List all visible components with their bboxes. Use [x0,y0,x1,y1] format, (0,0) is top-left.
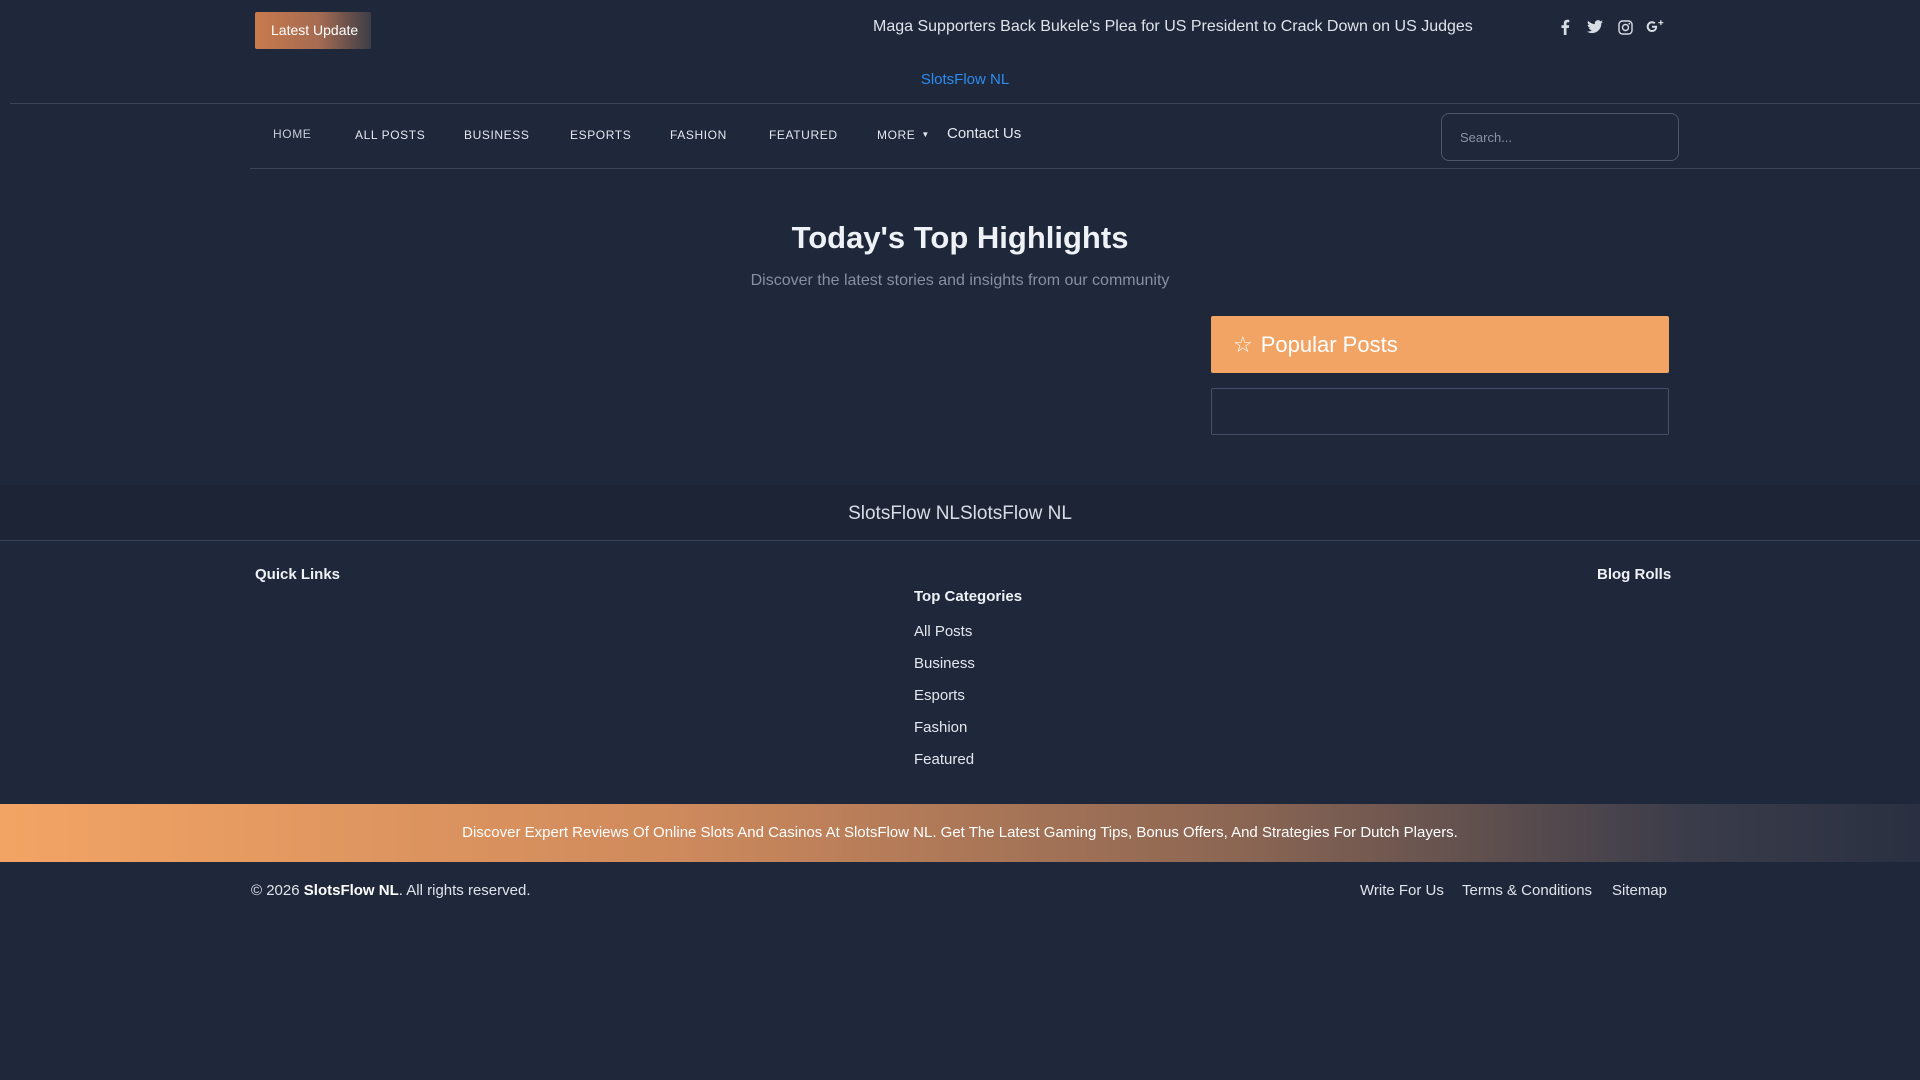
copyright-brand: SlotsFlow NL [303,882,399,899]
nav-item-all-posts[interactable]: All Posts [355,128,425,142]
category-link[interactable]: Business [914,654,975,686]
top-categories-title: Top Categories [914,588,1023,605]
popular-posts-title: Popular Posts [1260,331,1398,357]
search-input[interactable] [1441,113,1679,161]
copyright-suffix: . All rights reserved. [398,882,531,899]
page-title: Today's Top Highlights [791,220,1129,255]
footer-brand: SlotsFlow NLSlotsFlow NL [848,503,1072,524]
write-for-us-link[interactable]: Write For Us [1360,882,1444,899]
twitter-icon[interactable] [1586,18,1604,36]
sitemap-link[interactable]: Sitemap [1612,882,1667,899]
nav-item-esports[interactable]: Esports [570,128,631,142]
google-plus-icon[interactable] [1646,18,1664,36]
nav-item-more[interactable]: More ▼ [877,128,930,142]
popular-posts-header: ☆ Popular Posts [1211,316,1669,373]
divider [250,168,1920,169]
caret-down-icon: ▼ [921,130,930,139]
news-ticker[interactable]: Maga Supporters Back Bukele's Plea for U… [873,18,1473,36]
social-links [1556,18,1664,36]
nav-item-more-label: More [877,128,916,142]
page-subtitle: Discover the latest stories and insights… [750,272,1170,289]
terms-link[interactable]: Terms & Conditions [1462,882,1592,899]
nav-item-business[interactable]: Business [464,128,530,142]
facebook-icon[interactable] [1556,18,1574,36]
top-bar: Latest Update Maga Supporters Back Bukel… [0,0,1920,58]
category-list: All Posts Business Esports Fashion Featu… [914,622,975,782]
blog-rolls-title: Blog Rolls [1597,566,1672,583]
copyright: © 2026 SlotsFlow NL. All rights reserved… [251,882,530,899]
category-link[interactable]: Esports [914,686,975,718]
site-name-link[interactable]: SlotsFlow NL [0,71,1920,88]
copyright-prefix: © 2026 [251,882,300,899]
popular-posts-list [1211,388,1669,435]
category-link[interactable]: All Posts [914,622,975,654]
star-icon: ☆ [1233,331,1253,357]
category-link[interactable]: Fashion [914,718,975,750]
quick-links-title: Quick Links [255,566,341,583]
category-link[interactable]: Featured [914,750,975,782]
nav-item-home[interactable]: Home [273,127,311,141]
latest-update-button[interactable]: Latest Update [255,12,371,49]
nav-item-fashion[interactable]: Fashion [670,128,727,142]
nav-item-contact[interactable]: Contact Us [947,125,1021,142]
promo-banner: Discover Expert Reviews Of Online Slots … [0,804,1920,862]
nav-item-featured[interactable]: Featured [769,128,838,142]
main-navigation: Home All Posts Business Esports Fashion … [0,104,1920,168]
instagram-icon[interactable] [1616,18,1634,36]
